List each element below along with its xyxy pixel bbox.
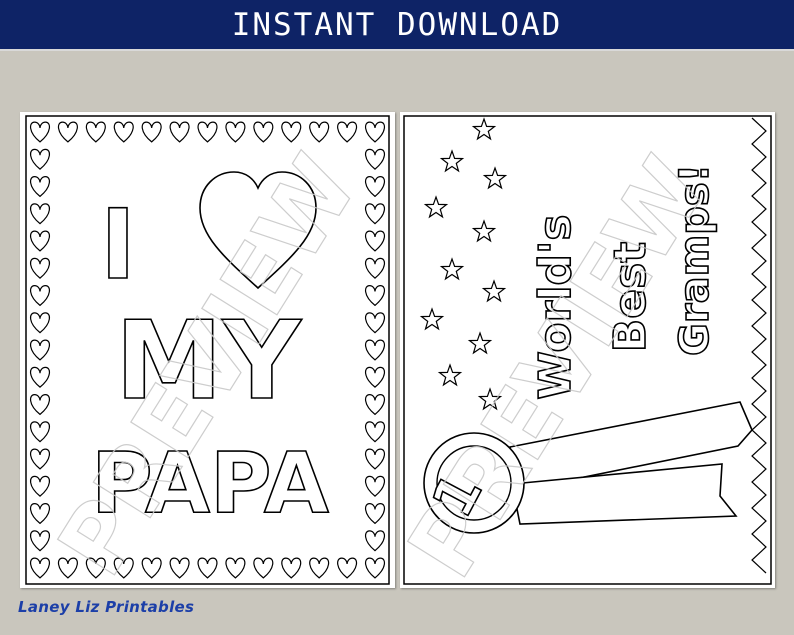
right-page-art: 1 World's Best Gramps! PREVIEW [400,115,772,588]
brand-name: Laney Liz Printables [18,598,195,616]
zigzag-border [751,117,767,574]
heart-icon [30,393,50,416]
star-icon [437,363,463,387]
heart-icon [365,257,385,279]
heart-icon [30,366,50,388]
heart-icon [57,557,78,579]
star-icon [471,117,497,141]
heart-icon [169,121,190,143]
heart-icon [365,339,385,361]
star-field [419,117,508,411]
star-icon [423,195,449,219]
heart-icon [30,257,50,279]
coloring-page-i-love-my-papa: I MY PAPA PREVIEW [20,112,395,588]
heart-icon [365,393,385,416]
heart-icon [197,121,218,143]
heart-icon [30,448,50,470]
heart-icon [30,312,50,334]
heart-icon [365,148,385,170]
heart-icon [337,557,358,579]
heart-icon [85,121,106,143]
heart-icon [30,148,50,170]
star-icon [482,166,508,190]
heart-icon [30,557,50,579]
heart-icon [197,557,218,579]
letter-i: I [100,189,136,301]
heart-icon [225,121,246,143]
banner-title: INSTANT DOWNLOAD [231,6,563,43]
heart-icon [337,121,358,143]
heart-icon [253,557,274,579]
heart-icon [30,175,50,198]
heart-icon [365,557,385,579]
heart-icon [30,475,50,497]
instant-download-banner: INSTANT DOWNLOAD [0,0,794,51]
heart-icon [365,284,385,307]
heart-icon [30,339,50,361]
heart-icon [30,230,50,252]
heart-icon [365,530,385,552]
heart-icon [225,557,246,579]
heart-icon [309,557,330,579]
heart-icon [253,121,274,143]
heart-icon [365,121,385,143]
heart-icon [30,502,50,525]
heart-icon [169,557,190,579]
heart-icon [365,230,385,252]
star-icon [467,331,493,355]
heart-icon [365,421,385,443]
heart-icon [30,284,50,307]
heart-icon [30,421,50,443]
star-icon [439,149,465,173]
heart-icon [281,557,302,579]
heart-icon [281,121,302,143]
heart-icon [365,448,385,470]
left-page-art: I MY PAPA PREVIEW [25,115,390,588]
heart-icon [365,366,385,388]
heart-icon [365,475,385,497]
heart-icon [113,121,134,143]
heart-icon [30,203,50,225]
heart-icon [365,502,385,525]
star-icon [481,279,507,303]
star-icon [471,219,497,243]
coloring-page-worlds-best-gramps: 1 World's Best Gramps! PREVIEW [400,112,775,588]
heart-icon [57,121,78,143]
heart-icon [365,312,385,334]
heart-icon [30,121,50,143]
heart-icon [141,121,162,143]
heart-icon [309,121,330,143]
star-icon [419,307,445,331]
star-icon [439,257,465,281]
